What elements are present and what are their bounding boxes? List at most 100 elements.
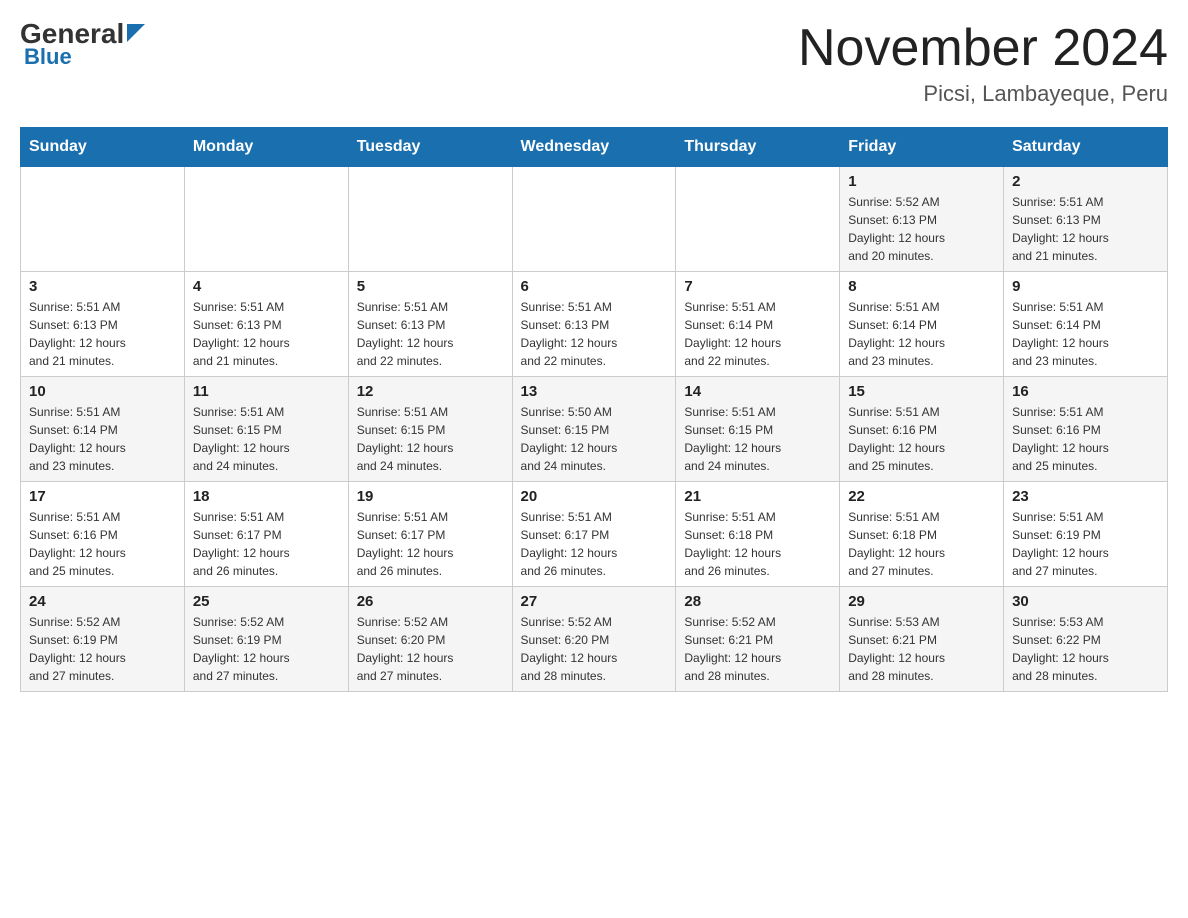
day-number: 25 <box>193 593 340 610</box>
day-number: 16 <box>1012 383 1159 400</box>
table-row: 12 Sunrise: 5:51 AMSunset: 6:15 PMDayligh… <box>348 377 512 482</box>
day-info: Sunrise: 5:51 AMSunset: 6:16 PMDaylight:… <box>1012 403 1159 475</box>
day-number: 27 <box>521 593 668 610</box>
col-wednesday: Wednesday <box>512 128 676 167</box>
table-row: 15Sunrise: 5:51 AMSunset: 6:16 PMDayligh… <box>840 377 1004 482</box>
table-row: 1Sunrise: 5:52 AMSunset: 6:13 PMDaylight… <box>840 167 1004 272</box>
day-number: 23 <box>1012 488 1159 505</box>
table-row: 23 Sunrise: 5:51 AMSunset: 6:19 PMDayligh… <box>1004 482 1168 587</box>
month-title: November 2024 <box>798 20 1168 77</box>
table-row: 8 Sunrise: 5:51 AMSunset: 6:14 PMDaylight… <box>840 272 1004 377</box>
day-info: Sunrise: 5:52 AMSunset: 6:19 PMDaylight:… <box>29 613 176 685</box>
day-number: 20 <box>521 488 668 505</box>
day-info: Sunrise: 5:51 AMSunset: 6:14 PMDaylight:… <box>848 298 995 370</box>
col-thursday: Thursday <box>676 128 840 167</box>
day-info: Sunrise: 5:52 AMSunset: 6:13 PMDaylight:… <box>848 193 995 265</box>
day-number: 21 <box>684 488 831 505</box>
day-number: 30 <box>1012 593 1159 610</box>
day-info: Sunrise: 5:52 AMSunset: 6:20 PMDaylight:… <box>521 613 668 685</box>
day-info: Sunrise: 5:52 AMSunset: 6:20 PMDaylight:… <box>357 613 504 685</box>
day-info: Sunrise: 5:53 AMSunset: 6:22 PMDaylight:… <box>1012 613 1159 685</box>
day-number: 9 <box>1012 278 1159 295</box>
day-info: Sunrise: 5:51 AMSunset: 6:15 PMDaylight:… <box>357 403 504 475</box>
day-number: 4 <box>193 278 340 295</box>
day-info: Sunrise: 5:51 AMSunset: 6:17 PMDaylight:… <box>521 508 668 580</box>
table-row: 5Sunrise: 5:51 AMSunset: 6:13 PMDaylight… <box>348 272 512 377</box>
day-info: Sunrise: 5:51 AMSunset: 6:16 PMDaylight:… <box>29 508 176 580</box>
table-row: 27 Sunrise: 5:52 AMSunset: 6:20 PMDayligh… <box>512 587 676 692</box>
day-number: 12 <box>357 383 504 400</box>
table-row: 19 Sunrise: 5:51 AMSunset: 6:17 PMDayligh… <box>348 482 512 587</box>
day-info: Sunrise: 5:51 AMSunset: 6:18 PMDaylight:… <box>848 508 995 580</box>
day-number: 7 <box>684 278 831 295</box>
day-number: 13 <box>521 383 668 400</box>
day-info: Sunrise: 5:51 AMSunset: 6:13 PMDaylight:… <box>29 298 176 370</box>
table-row <box>21 167 185 272</box>
table-row <box>512 167 676 272</box>
table-row: 30 Sunrise: 5:53 AMSunset: 6:22 PMDayligh… <box>1004 587 1168 692</box>
day-info: Sunrise: 5:51 AMSunset: 6:13 PMDaylight:… <box>521 298 668 370</box>
table-row: 14Sunrise: 5:51 AMSunset: 6:15 PMDayligh… <box>676 377 840 482</box>
day-number: 8 <box>848 278 995 295</box>
col-tuesday: Tuesday <box>348 128 512 167</box>
logo: General Blue <box>20 20 145 70</box>
day-info: Sunrise: 5:51 AMSunset: 6:14 PMDaylight:… <box>684 298 831 370</box>
calendar-week-row: 3 Sunrise: 5:51 AMSunset: 6:13 PMDaylight… <box>21 272 1168 377</box>
day-info: Sunrise: 5:51 AMSunset: 6:15 PMDaylight:… <box>193 403 340 475</box>
table-row: 28 Sunrise: 5:52 AMSunset: 6:21 PMDayligh… <box>676 587 840 692</box>
table-row: 26 Sunrise: 5:52 AMSunset: 6:20 PMDayligh… <box>348 587 512 692</box>
day-number: 17 <box>29 488 176 505</box>
table-row <box>348 167 512 272</box>
day-info: Sunrise: 5:51 AMSunset: 6:13 PMDaylight:… <box>193 298 340 370</box>
day-number: 14 <box>684 383 831 400</box>
table-row: 20 Sunrise: 5:51 AMSunset: 6:17 PMDayligh… <box>512 482 676 587</box>
table-row: 25 Sunrise: 5:52 AMSunset: 6:19 PMDayligh… <box>184 587 348 692</box>
day-info: Sunrise: 5:53 AMSunset: 6:21 PMDaylight:… <box>848 613 995 685</box>
day-number: 5 <box>357 278 504 295</box>
col-friday: Friday <box>840 128 1004 167</box>
table-row: 6Sunrise: 5:51 AMSunset: 6:13 PMDaylight… <box>512 272 676 377</box>
table-row: 24 Sunrise: 5:52 AMSunset: 6:19 PMDayligh… <box>21 587 185 692</box>
table-row: 3 Sunrise: 5:51 AMSunset: 6:13 PMDaylight… <box>21 272 185 377</box>
calendar-week-row: 17 Sunrise: 5:51 AMSunset: 6:16 PMDayligh… <box>21 482 1168 587</box>
day-info: Sunrise: 5:51 AMSunset: 6:17 PMDaylight:… <box>357 508 504 580</box>
col-monday: Monday <box>184 128 348 167</box>
day-info: Sunrise: 5:52 AMSunset: 6:21 PMDaylight:… <box>684 613 831 685</box>
day-number: 11 <box>193 383 340 400</box>
day-info: Sunrise: 5:51 AMSunset: 6:14 PMDaylight:… <box>29 403 176 475</box>
calendar-week-row: 1Sunrise: 5:52 AMSunset: 6:13 PMDaylight… <box>21 167 1168 272</box>
day-number: 3 <box>29 278 176 295</box>
table-row: 7 Sunrise: 5:51 AMSunset: 6:14 PMDaylight… <box>676 272 840 377</box>
table-row: 9Sunrise: 5:51 AMSunset: 6:14 PMDaylight… <box>1004 272 1168 377</box>
logo-triangle-icon <box>127 24 145 47</box>
day-info: Sunrise: 5:51 AMSunset: 6:18 PMDaylight:… <box>684 508 831 580</box>
location-title: Picsi, Lambayeque, Peru <box>798 81 1168 107</box>
day-number: 26 <box>357 593 504 610</box>
calendar-week-row: 10Sunrise: 5:51 AMSunset: 6:14 PMDayligh… <box>21 377 1168 482</box>
day-number: 18 <box>193 488 340 505</box>
table-row: 10Sunrise: 5:51 AMSunset: 6:14 PMDayligh… <box>21 377 185 482</box>
table-row: 21 Sunrise: 5:51 AMSunset: 6:18 PMDayligh… <box>676 482 840 587</box>
col-saturday: Saturday <box>1004 128 1168 167</box>
day-info: Sunrise: 5:51 AMSunset: 6:13 PMDaylight:… <box>1012 193 1159 265</box>
day-number: 24 <box>29 593 176 610</box>
logo-blue-text: Blue <box>24 44 72 70</box>
day-info: Sunrise: 5:51 AMSunset: 6:16 PMDaylight:… <box>848 403 995 475</box>
calendar-header-row: Sunday Monday Tuesday Wednesday Thursday… <box>21 128 1168 167</box>
day-number: 29 <box>848 593 995 610</box>
day-number: 28 <box>684 593 831 610</box>
day-number: 19 <box>357 488 504 505</box>
day-info: Sunrise: 5:52 AMSunset: 6:19 PMDaylight:… <box>193 613 340 685</box>
table-row: 11 Sunrise: 5:51 AMSunset: 6:15 PMDayligh… <box>184 377 348 482</box>
day-info: Sunrise: 5:51 AMSunset: 6:19 PMDaylight:… <box>1012 508 1159 580</box>
table-row: 22 Sunrise: 5:51 AMSunset: 6:18 PMDayligh… <box>840 482 1004 587</box>
table-row: 18Sunrise: 5:51 AMSunset: 6:17 PMDayligh… <box>184 482 348 587</box>
table-row: 13 Sunrise: 5:50 AMSunset: 6:15 PMDayligh… <box>512 377 676 482</box>
day-info: Sunrise: 5:50 AMSunset: 6:15 PMDaylight:… <box>521 403 668 475</box>
day-number: 22 <box>848 488 995 505</box>
table-row: 16 Sunrise: 5:51 AMSunset: 6:16 PMDayligh… <box>1004 377 1168 482</box>
title-section: November 2024 Picsi, Lambayeque, Peru <box>798 20 1168 107</box>
table-row: 2Sunrise: 5:51 AMSunset: 6:13 PMDaylight… <box>1004 167 1168 272</box>
table-row <box>676 167 840 272</box>
calendar-table: Sunday Monday Tuesday Wednesday Thursday… <box>20 127 1168 692</box>
